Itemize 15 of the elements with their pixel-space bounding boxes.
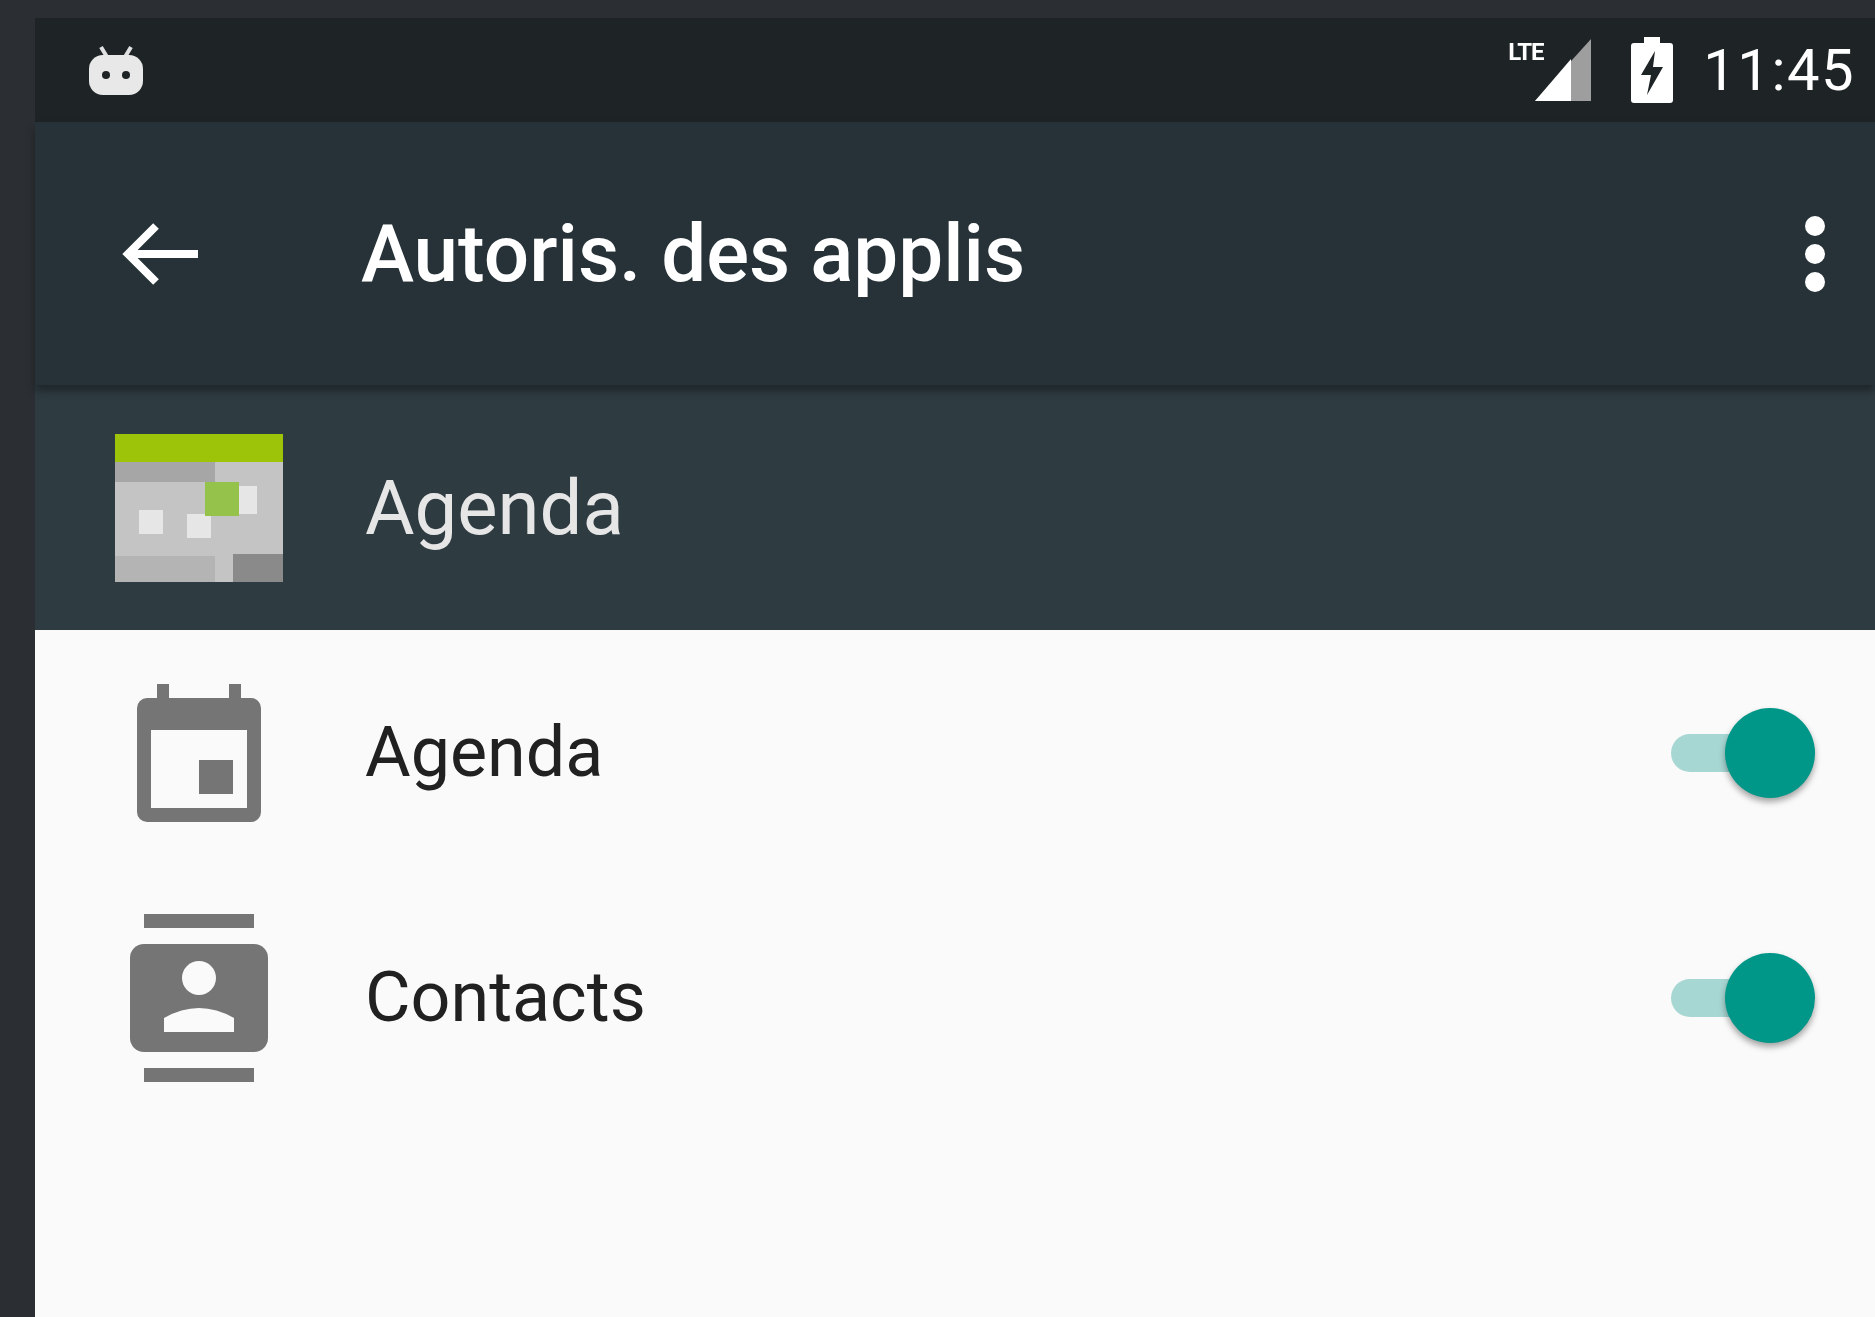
permission-row[interactable]: Agenda [35,630,1875,875]
more-vertical-icon [1804,215,1826,292]
robot-icon [89,43,143,97]
contact-card-icon [130,913,268,1082]
app-name: Agenda [365,461,624,555]
calendar-icon [137,683,261,822]
permission-label: Agenda [365,710,604,795]
back-arrow-icon [122,221,200,286]
battery-charging-icon [1631,37,1674,103]
screen-title: Autoris. des applis [361,205,1026,303]
permission-row[interactable]: Contacts [35,875,1875,1120]
clock-time: 11:45 [1703,41,1855,99]
calendar-app-icon [115,433,283,582]
network-label: LTE [1508,37,1544,68]
permission-label: Contacts [365,955,646,1040]
